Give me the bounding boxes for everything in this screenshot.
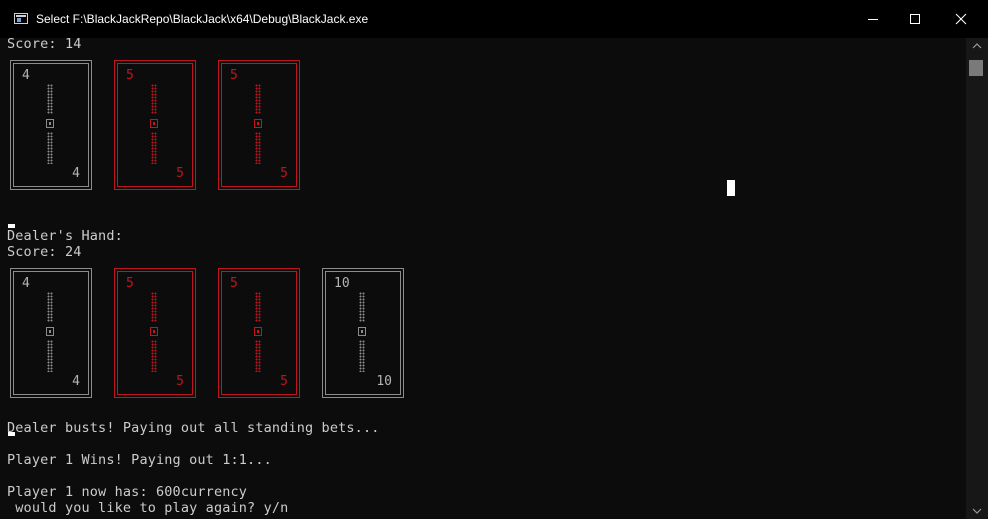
card-rank: 5 <box>280 374 288 389</box>
card-rank: 4 <box>22 276 30 291</box>
card-rank: 5 <box>126 276 134 291</box>
maximize-button[interactable] <box>892 0 938 38</box>
vertical-scrollbar[interactable] <box>966 38 988 519</box>
close-icon <box>955 13 967 25</box>
window-title-bar[interactable]: Select F:\BlackJackRepo\BlackJack\x64\De… <box>0 0 988 38</box>
player-card-2: 5 5 <box>114 60 196 190</box>
player-wins-message: Player 1 Wins! Paying out 1:1... <box>7 452 272 468</box>
player-card-3: 5 5 <box>218 60 300 190</box>
chevron-down-icon <box>972 508 982 514</box>
player-card-1: 4 4 <box>10 60 92 190</box>
card-rank: 5 <box>230 276 238 291</box>
block-cursor <box>727 180 735 196</box>
scroll-up-button[interactable] <box>966 38 988 54</box>
dealer-score: Score: 24 <box>7 244 82 260</box>
card-rank: 10 <box>376 374 392 389</box>
console-app-icon <box>14 13 28 24</box>
card-rank: 4 <box>72 166 80 181</box>
window-title: Select F:\BlackJackRepo\BlackJack\x64\De… <box>36 12 369 26</box>
card-rank: 4 <box>72 374 80 389</box>
card-suit-icon <box>46 119 54 128</box>
card-suit-icon <box>254 119 262 128</box>
card-suit-icon <box>150 327 158 336</box>
dealer-busts-message: Dealer busts! Paying out all standing be… <box>7 420 380 436</box>
minimize-button[interactable] <box>850 0 896 38</box>
card-rank: 5 <box>126 68 134 83</box>
card-rank: 5 <box>280 166 288 181</box>
player-score: Score: 14 <box>7 38 82 52</box>
close-button[interactable] <box>938 0 984 38</box>
minimize-icon <box>868 19 878 20</box>
card-suit-icon <box>358 327 366 336</box>
card-rank: 4 <box>22 68 30 83</box>
scroll-down-button[interactable] <box>966 503 988 519</box>
dealer-card-1: 4 4 <box>10 268 92 398</box>
dealer-card-4: 10 10 <box>322 268 404 398</box>
card-rank: 5 <box>176 166 184 181</box>
card-suit-icon <box>46 327 54 336</box>
play-again-prompt[interactable]: would you like to play again? y/n <box>7 500 288 516</box>
card-suit-icon <box>150 119 158 128</box>
card-rank: 5 <box>176 374 184 389</box>
maximize-icon <box>910 14 920 24</box>
player-balance-message: Player 1 now has: 600currency <box>7 484 248 500</box>
console-output[interactable]: Score: 14 4 4 5 5 5 5 Dealer's Hand: Sco… <box>0 38 966 519</box>
chevron-up-icon <box>972 43 982 49</box>
scrollbar-thumb[interactable] <box>969 60 983 76</box>
dealer-card-2: 5 5 <box>114 268 196 398</box>
dealer-heading: Dealer's Hand: <box>7 228 123 244</box>
card-rank: 10 <box>334 276 350 291</box>
dealer-card-3: 5 5 <box>218 268 300 398</box>
card-rank: 5 <box>230 68 238 83</box>
card-suit-icon <box>254 327 262 336</box>
